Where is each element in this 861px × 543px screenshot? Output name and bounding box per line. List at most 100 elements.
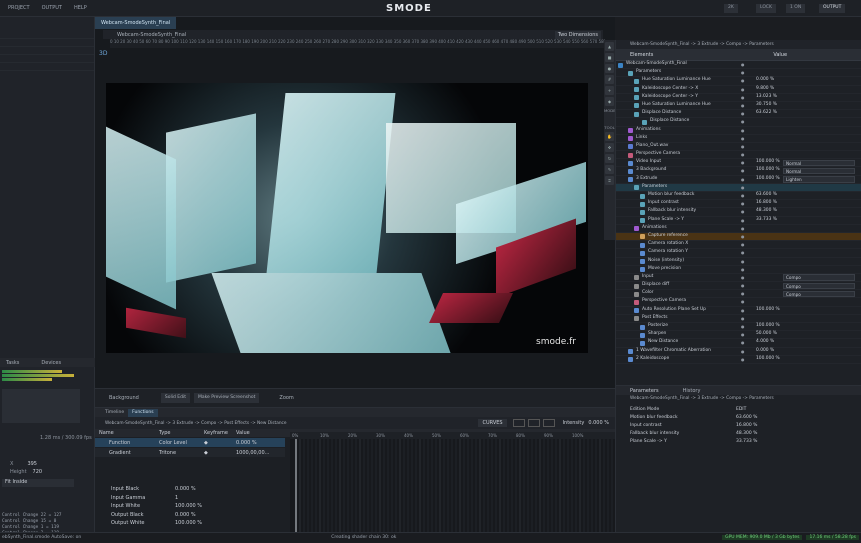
element-value[interactable]: 100.000 % xyxy=(756,167,780,172)
visibility-icon[interactable]: ● xyxy=(741,242,745,247)
curve-step-icon[interactable] xyxy=(542,419,555,427)
fit-select[interactable]: Fit Inside xyxy=(2,479,74,487)
blend-mode-select[interactable]: Lighten xyxy=(783,176,855,183)
visibility-icon[interactable]: ● xyxy=(741,119,745,124)
element-row[interactable]: Motion blur feedback ● 63.600 % xyxy=(616,192,861,201)
function-row[interactable]: Gradient Tritone ◆ 1000,00,00... xyxy=(95,448,285,457)
visibility-icon[interactable]: ● xyxy=(741,324,745,329)
property-value[interactable]: 100.000 % xyxy=(175,520,202,526)
curves-button[interactable]: CURVES xyxy=(478,419,507,427)
element-row[interactable]: Camera rotation Y ● xyxy=(616,249,861,258)
visibility-icon[interactable]: ● xyxy=(741,349,745,354)
tab-viewport[interactable]: Webcam-SmodeSynth_Final xyxy=(95,17,177,29)
visibility-icon[interactable]: ● xyxy=(741,185,745,190)
axis-tool-icon[interactable]: + xyxy=(605,86,614,95)
visibility-icon[interactable]: ● xyxy=(741,275,745,280)
screenshot-button[interactable]: Make Preview Screenshot xyxy=(193,393,260,403)
element-value[interactable]: 16.800 % xyxy=(756,200,777,205)
element-row[interactable]: 2 Kaleidoscope ● 100.000 % xyxy=(616,356,861,364)
element-row[interactable]: New Distance ● 4.000 % xyxy=(616,339,861,348)
visibility-icon[interactable]: ● xyxy=(741,136,745,141)
visibility-icon[interactable]: ● xyxy=(741,291,745,296)
parameter-value[interactable]: 16.800 % xyxy=(736,423,757,428)
field-x-value[interactable]: 395 xyxy=(27,461,37,467)
visibility-icon[interactable]: ● xyxy=(741,62,745,67)
element-row[interactable]: Kaleidoscope Center -> Y ● 13.023 % xyxy=(616,94,861,102)
element-value[interactable]: 100.000 % xyxy=(756,176,780,181)
function-property-row[interactable]: Input Black 0.000 % xyxy=(95,485,275,494)
blend-mode-select[interactable]: Compo xyxy=(783,290,855,298)
element-value[interactable]: 0.000 % xyxy=(756,348,774,353)
select-tool-icon[interactable]: ▲ xyxy=(605,42,614,51)
parameter-row[interactable]: Input contrast 16.800 % xyxy=(616,423,861,431)
property-value[interactable]: 0.000 % xyxy=(175,486,196,492)
keyframe-icon[interactable]: ◆ xyxy=(204,440,236,446)
property-value[interactable]: 1 xyxy=(175,495,178,501)
solid-edit-button[interactable]: Solid Edit xyxy=(160,393,190,403)
intensity-value[interactable]: 0.000 % xyxy=(588,420,609,426)
parameter-value[interactable]: 33.733 % xyxy=(736,439,757,444)
element-row[interactable]: Piano_Out.wav ● xyxy=(616,143,861,152)
function-value[interactable]: 1000,00,00... xyxy=(236,450,269,456)
element-value[interactable]: 50.000 % xyxy=(756,331,777,336)
function-property-row[interactable]: Output Black 0.000 % xyxy=(95,511,275,520)
element-row[interactable]: Auto Resolution Plane Set Up ● 100.000 % xyxy=(616,307,861,315)
function-type[interactable]: Color Level xyxy=(159,440,204,446)
visibility-icon[interactable]: ● xyxy=(741,87,745,92)
visibility-icon[interactable]: ● xyxy=(741,70,745,75)
field-height-value[interactable]: 720 xyxy=(33,469,43,475)
edit-tool-icon[interactable]: ✎ xyxy=(605,165,614,174)
element-value[interactable]: 63.600 % xyxy=(756,192,777,197)
element-row[interactable]: Kaleidoscope Center -> X ● 9.800 % xyxy=(616,86,861,94)
parameter-row[interactable]: Edition Mode EDIT xyxy=(616,407,861,415)
element-row[interactable]: 3 Background ● 100.000 % Normal xyxy=(616,167,861,176)
render-canvas[interactable]: smode.fr xyxy=(106,83,588,353)
tab-tasks[interactable]: Tasks xyxy=(6,360,19,366)
function-property-row[interactable]: Input Gamma 1 xyxy=(95,494,275,503)
visibility-icon[interactable]: ● xyxy=(741,299,745,304)
shape-tool-icon[interactable]: ◆ xyxy=(605,97,614,106)
element-row[interactable]: Fallback blur intensity ● 48.300 % xyxy=(616,208,861,217)
element-row[interactable]: 1 Wavefilter Chromatic Aberration ● 0.000 … xyxy=(616,348,861,356)
element-row[interactable]: Post Effects ● xyxy=(616,315,861,323)
element-row[interactable]: Webcam-SmodeSynth_Final ● xyxy=(616,61,861,70)
visibility-icon[interactable]: ● xyxy=(741,209,745,214)
element-value[interactable]: 100.000 % xyxy=(756,323,780,328)
parameter-row[interactable]: Fallback blur intensity 48.300 % xyxy=(616,431,861,439)
visibility-icon[interactable]: ● xyxy=(741,226,745,231)
move-tool-icon[interactable]: ✥ xyxy=(605,143,614,152)
element-row[interactable]: Hue Saturation Luminance Hue ● 30.750 % xyxy=(616,102,861,111)
element-row[interactable]: Displace Distance ● xyxy=(616,118,861,127)
element-value[interactable]: 30.750 % xyxy=(756,102,777,107)
visibility-icon[interactable]: ● xyxy=(741,259,745,264)
element-row[interactable]: Animations ● xyxy=(616,127,861,135)
element-row[interactable]: 3 Extrude ● 100.000 % Lighten xyxy=(616,176,861,184)
parameter-row[interactable]: Plane Scale -> Y 33.733 % xyxy=(616,439,861,447)
output-button[interactable]: OUTPUT xyxy=(819,4,846,13)
crop-tool-icon[interactable]: ⌗ xyxy=(605,176,614,185)
curve-timeline[interactable]: 0% 10% 20% 30% 40% 50% 60% 70% 80% 90% 100% xyxy=(290,432,615,535)
camera-tool-icon[interactable]: ■ xyxy=(605,53,614,62)
tab-parameters[interactable]: Parameters xyxy=(630,388,659,394)
element-value[interactable]: 100.000 % xyxy=(756,356,780,361)
rotate-tool-icon[interactable]: ↻ xyxy=(605,154,614,163)
element-row[interactable]: Parameters ● xyxy=(616,183,861,192)
menu-output[interactable]: OUTPUT xyxy=(42,5,62,11)
visibility-icon[interactable]: ● xyxy=(741,250,745,255)
property-value[interactable]: 100.000 % xyxy=(175,503,202,509)
visibility-icon[interactable]: ● xyxy=(741,144,745,149)
visibility-icon[interactable]: ● xyxy=(741,357,745,362)
visibility-icon[interactable]: ● xyxy=(741,168,745,173)
visibility-icon[interactable]: ● xyxy=(741,128,745,133)
element-row[interactable]: Plane Scale -> Y ● 33.733 % xyxy=(616,217,861,225)
element-value[interactable]: 4.000 % xyxy=(756,339,774,344)
on-button[interactable]: 1 ON xyxy=(786,4,806,13)
element-row[interactable]: Perspective Camera ● xyxy=(616,298,861,307)
element-value[interactable]: 13.023 % xyxy=(756,94,777,99)
function-property-row[interactable]: Output White 100.000 % xyxy=(95,519,275,528)
element-row[interactable]: Noise (intensity) ● xyxy=(616,258,861,266)
hand-tool-icon[interactable]: ✋ xyxy=(605,132,614,141)
tab-timeline[interactable]: Timeline xyxy=(101,409,128,417)
grid-tool-icon[interactable]: # xyxy=(605,75,614,84)
property-value[interactable]: 0.000 % xyxy=(175,512,196,518)
